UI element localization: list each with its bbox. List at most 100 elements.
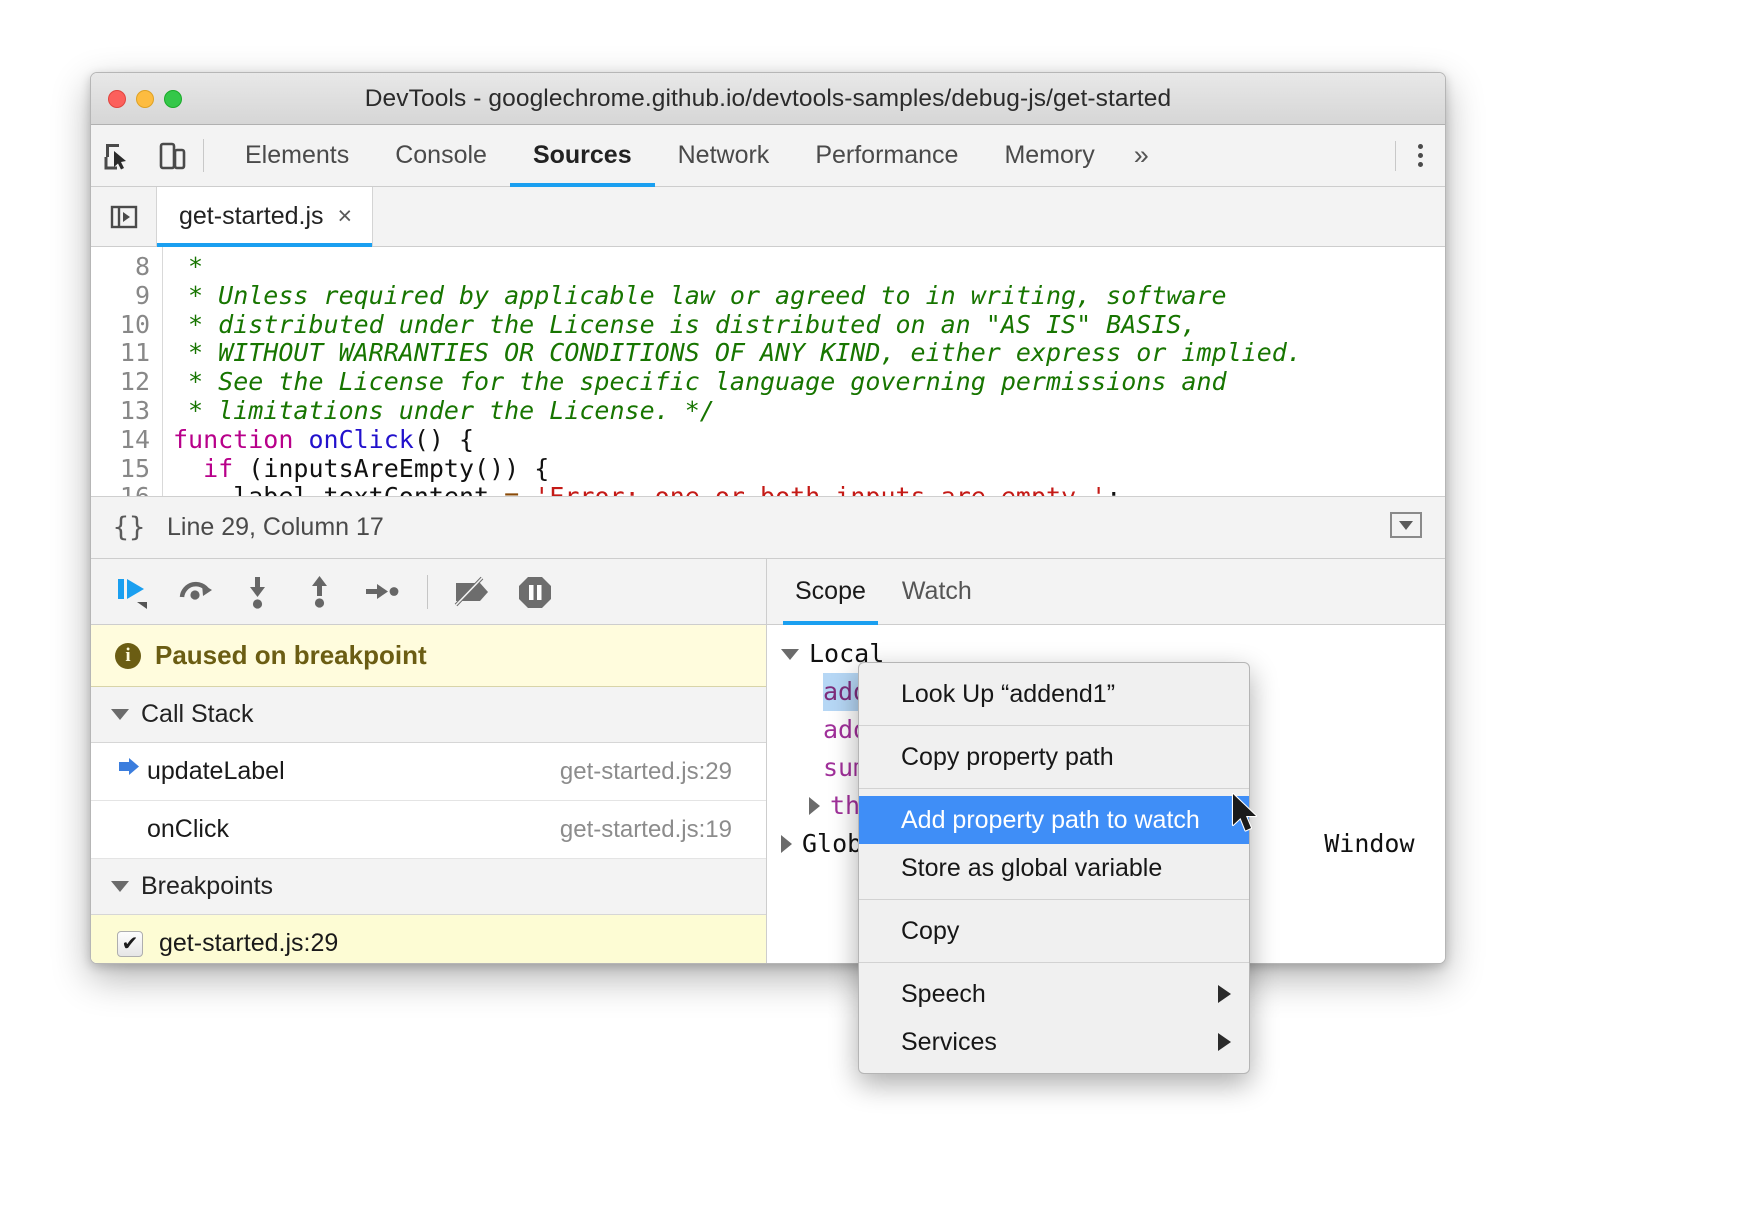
tab-sources-label: Sources [533,141,632,170]
tab-elements[interactable]: Elements [222,125,372,186]
tab-scope[interactable]: Scope [777,559,884,624]
chevron-down-icon [111,881,129,892]
breakpoint-checkbox[interactable]: ✔ [117,931,143,957]
line-number: 14 [91,426,150,455]
more-tabs-icon[interactable]: » [1118,125,1165,186]
window-titlebar: DevTools - googlechrome.github.io/devtoo… [91,73,1445,125]
call-stack-frame-location: get-started.js:19 [560,816,732,844]
line-number: 9 [91,282,150,311]
table-row[interactable]: updateLabel get-started.js:29 [91,743,766,801]
call-stack-section-header[interactable]: Call Stack [91,687,766,743]
step-into-next-function-call-icon[interactable] [229,567,287,617]
current-frame-arrow-icon [117,757,147,786]
code-line[interactable]: function onClick() { [173,426,1445,455]
tab-sources[interactable]: Sources [510,125,655,186]
scope-global-value: Window [1324,825,1414,863]
deactivate-breakpoints-icon[interactable] [444,567,502,617]
code-line[interactable]: * distributed under the License is distr… [173,311,1445,340]
context-menu[interactable]: Look Up “addend1” Copy property path Add p… [858,662,1250,1074]
scope-global-label: Glob [802,825,862,863]
tab-watch[interactable]: Watch [884,559,990,624]
window-controls [108,90,182,108]
line-number: 8 [91,253,150,282]
tab-memory[interactable]: Memory [981,125,1117,186]
code-line[interactable]: * Unless required by applicable law or a… [173,282,1445,311]
show-more-icon[interactable] [1389,510,1423,545]
chevron-right-icon [781,835,792,853]
menu-item[interactable]: Services [859,1018,1249,1066]
pause-on-exceptions-icon[interactable] [506,567,564,617]
line-number: 15 [91,455,150,484]
code-line[interactable]: * limitations under the License. */ [173,397,1445,426]
line-number: 16 [91,483,150,497]
chevron-down-icon [111,709,129,720]
code-line[interactable]: * [173,253,1445,282]
tab-scope-label: Scope [795,577,866,606]
menu-item-label: Services [901,1028,997,1057]
close-icon[interactable]: × [338,204,353,229]
tab-console[interactable]: Console [372,125,510,186]
step-out-of-current-function-icon[interactable] [291,567,349,617]
breakpoints-section-header[interactable]: Breakpoints [91,859,766,915]
menu-item-label: Look Up “addend1” [901,680,1115,709]
code-line[interactable]: if (inputsAreEmpty()) { [173,455,1445,484]
tab-network[interactable]: Network [655,125,793,186]
call-stack-frame-location: get-started.js:29 [560,758,732,786]
paused-banner: i Paused on breakpoint [91,625,766,687]
menu-item-label: Add property path to watch [901,806,1200,835]
tab-console-label: Console [395,141,487,170]
list-item[interactable]: ✔ get-started.js:29 var addend1 = getNum… [91,915,766,963]
toolbar-right-group [1381,125,1445,186]
menu-item[interactable]: Add property path to watch [859,796,1249,844]
menu-item[interactable]: Speech [859,970,1249,1018]
file-tab-label: get-started.js [179,202,324,231]
table-row[interactable]: onClick get-started.js:19 [91,801,766,859]
code-line[interactable]: * WITHOUT WARRANTIES OR CONDITIONS OF AN… [173,339,1445,368]
inspect-element-icon[interactable] [91,125,145,186]
screenshot-root: DevTools - googlechrome.github.io/devtoo… [0,0,1743,1214]
panel-tabs: Elements Console Sources Network Perform… [222,125,1165,186]
line-number: 13 [91,397,150,426]
chevron-right-icon [809,797,820,815]
scope-watch-tabs: Scope Watch [767,559,1445,625]
step-over-next-function-call-icon[interactable] [167,567,225,617]
resume-script-execution-icon[interactable] [105,567,163,617]
tab-performance[interactable]: Performance [792,125,981,186]
code-editor[interactable]: 8910111213141516 * * Unless required by … [91,247,1445,497]
debugger-controls-toolbar [91,559,766,625]
submenu-arrow-icon [1218,1033,1231,1051]
pretty-print-icon[interactable]: {} [91,512,167,543]
close-button[interactable] [108,90,126,108]
show-navigator-icon[interactable] [91,187,157,246]
device-toolbar-icon[interactable] [145,125,199,186]
source-tabstrip: get-started.js × [91,187,1445,247]
toolbar-divider [203,139,204,172]
menu-separator [859,725,1249,726]
cursor-position-label: Line 29, Column 17 [167,513,384,542]
window-title: DevTools - googlechrome.github.io/devtoo… [91,85,1445,113]
breakpoint-location: get-started.js:29 [159,929,338,958]
file-tab-get-started-js[interactable]: get-started.js × [157,187,373,246]
menu-item-label: Copy property path [901,743,1114,772]
line-number: 11 [91,339,150,368]
menu-item[interactable]: Copy [859,907,1249,955]
code-line[interactable]: * See the License for the specific langu… [173,368,1445,397]
menu-item[interactable]: Look Up “addend1” [859,670,1249,718]
menu-item[interactable]: Store as global variable [859,844,1249,892]
line-number: 10 [91,311,150,340]
code-line[interactable]: label.textContent = 'Error: one or both … [173,483,1445,496]
menu-item-label: Copy [901,917,959,946]
step-icon[interactable] [353,567,411,617]
tab-elements-label: Elements [245,141,349,170]
info-icon: i [115,643,141,669]
devtools-main-toolbar: Elements Console Sources Network Perform… [91,125,1445,187]
zoom-button[interactable] [164,90,182,108]
scope-property-name: th [830,787,860,825]
line-number-gutter: 8910111213141516 [91,247,163,496]
kebab-menu-icon[interactable] [1410,144,1445,167]
minimize-button[interactable] [136,90,154,108]
source-code[interactable]: * * Unless required by applicable law or… [163,247,1445,496]
menu-item-label: Store as global variable [901,854,1162,883]
menu-item[interactable]: Copy property path [859,733,1249,781]
tab-memory-label: Memory [1004,141,1094,170]
